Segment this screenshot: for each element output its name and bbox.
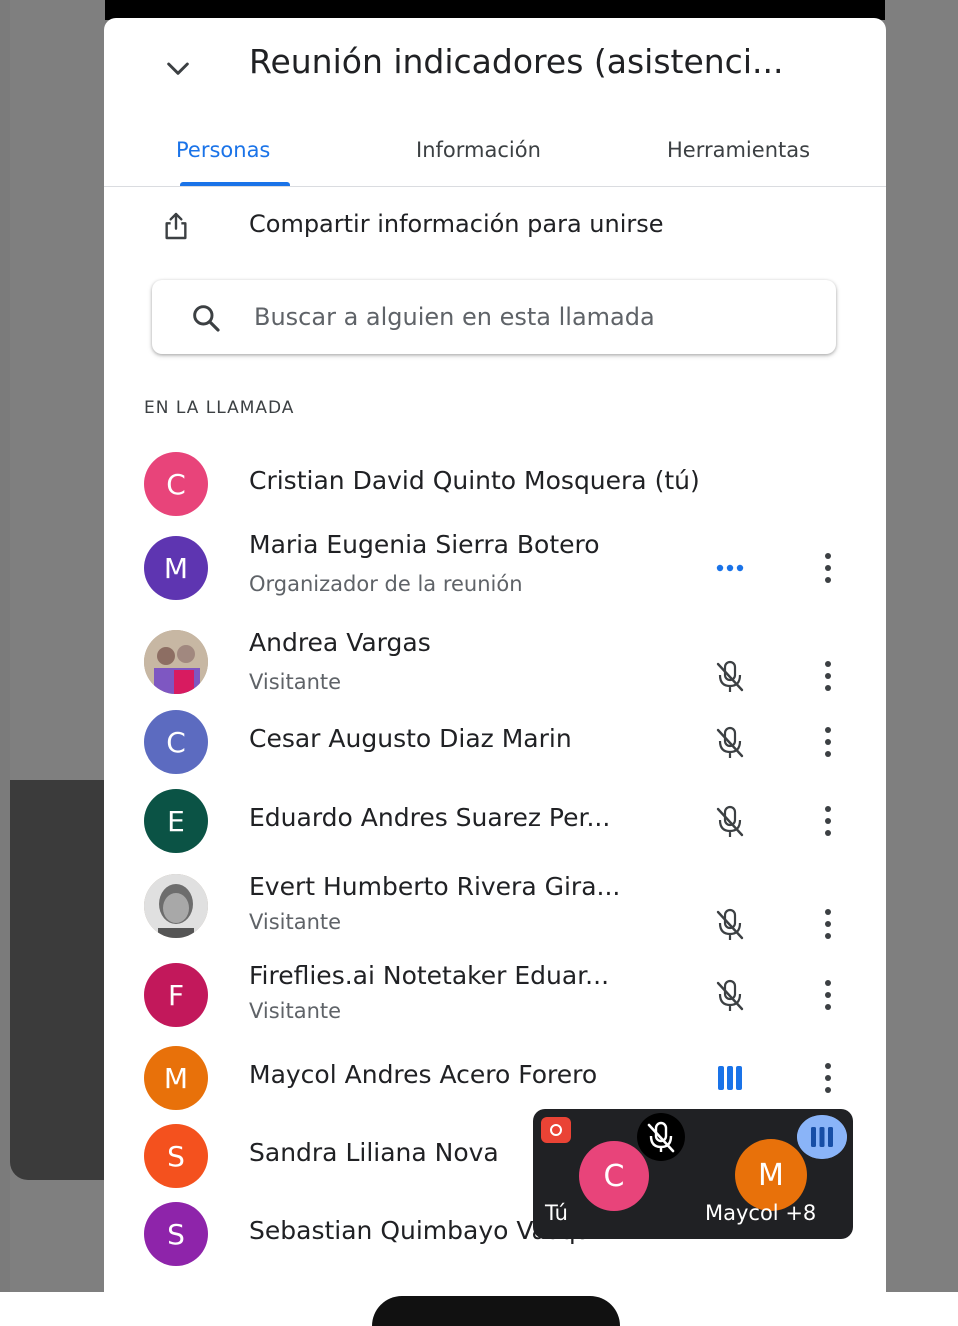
photo-icon — [144, 630, 208, 694]
participant-row[interactable]: Evert Humberto Rivera Gira... Visitante — [104, 872, 886, 954]
avatar: C — [144, 452, 208, 516]
search-box — [152, 280, 836, 354]
participant-role: Visitante — [249, 670, 342, 694]
search-icon — [193, 305, 220, 332]
share-join-info-button[interactable]: Compartir información para unirse — [104, 198, 886, 254]
background-right-area — [883, 0, 958, 1300]
more-dots-icon — [716, 564, 744, 572]
search-input[interactable] — [252, 294, 816, 340]
participant-role: Visitante — [249, 910, 342, 934]
meeting-title: Reunión indicadores (asistenci... — [249, 42, 784, 81]
avatar-photo — [144, 874, 208, 938]
participants-panel: Reunión indicadores (asistenci... Person… — [104, 18, 886, 1294]
avatar: S — [144, 1124, 208, 1188]
more-options-icon[interactable] — [816, 656, 840, 696]
participant-name: Cesar Augusto Diaz Marin — [249, 724, 572, 753]
record-indicator-icon — [541, 1117, 571, 1143]
chevron-down-icon[interactable] — [162, 52, 194, 84]
speaking-icon — [718, 1066, 742, 1090]
avatar: S — [144, 1202, 208, 1266]
participant-row[interactable]: C Cristian David Quinto Mosquera (tú) — [104, 452, 886, 532]
more-options-icon[interactable] — [816, 548, 840, 588]
photo-icon — [144, 874, 208, 938]
more-options-icon[interactable] — [816, 722, 840, 762]
participant-row[interactable]: M Maria Eugenia Sierra Botero Organizado… — [104, 530, 886, 616]
mic-off-icon — [716, 660, 744, 692]
avatar: M — [144, 1046, 208, 1110]
participant-name: Evert Humberto Rivera Gira... — [249, 872, 621, 901]
home-pill[interactable] — [372, 1296, 620, 1326]
more-options-icon[interactable] — [816, 975, 840, 1015]
participant-name: Cristian David Quinto Mosquera (tú) — [249, 466, 700, 495]
top-bar — [105, 0, 885, 20]
participant-row[interactable]: C Cesar Augusto Diaz Marin — [104, 710, 886, 790]
mic-off-icon — [637, 1113, 685, 1161]
avatar: M — [144, 536, 208, 600]
avatar: C — [144, 710, 208, 774]
more-options-icon[interactable] — [816, 904, 840, 944]
tab-bar: Personas Información Herramientas — [104, 118, 886, 187]
more-options-icon[interactable] — [816, 801, 840, 841]
panel-header: Reunión indicadores (asistenci... — [104, 18, 886, 113]
more-options-icon[interactable] — [816, 1058, 840, 1098]
participant-name: Andrea Vargas — [249, 628, 431, 657]
participant-name: Sandra Liliana Nova — [249, 1138, 499, 1167]
avatar: F — [144, 963, 208, 1027]
mic-off-icon — [716, 805, 744, 837]
mic-off-icon — [716, 908, 744, 940]
mic-off-icon — [716, 726, 744, 758]
tab-informacion[interactable]: Información — [416, 138, 541, 162]
other-label: Maycol +8 — [705, 1201, 817, 1225]
self-label: Tú — [545, 1201, 568, 1225]
participant-row[interactable]: Andrea Vargas Visitante — [104, 628, 886, 710]
background-card — [10, 780, 105, 1180]
tab-personas[interactable]: Personas — [176, 138, 270, 162]
participant-name: Eduardo Andres Suarez Per... — [249, 803, 611, 832]
avatar: E — [144, 789, 208, 853]
participant-name: Maycol Andres Acero Forero — [249, 1060, 598, 1089]
participant-role: Visitante — [249, 999, 342, 1023]
participant-row[interactable]: F Fireflies.ai Notetaker Eduar... Visita… — [104, 961, 886, 1043]
speaking-icon — [797, 1115, 847, 1159]
active-tab-indicator — [180, 182, 290, 186]
self-avatar: C — [579, 1141, 649, 1211]
participant-role: Organizador de la reunión — [249, 572, 523, 596]
avatar-photo — [144, 630, 208, 694]
mic-off-icon — [716, 979, 744, 1011]
tab-herramientas[interactable]: Herramientas — [667, 138, 810, 162]
pip-overlay[interactable]: C Tú M Maycol +8 — [533, 1109, 853, 1239]
share-label: Compartir información para unirse — [249, 210, 664, 238]
share-icon — [165, 212, 187, 240]
in-call-section-label: EN LA LLAMADA — [144, 398, 295, 418]
participant-name: Fireflies.ai Notetaker Eduar... — [249, 961, 610, 990]
participant-row[interactable]: E Eduardo Andres Suarez Per... — [104, 789, 886, 869]
participant-name: Maria Eugenia Sierra Botero — [249, 530, 600, 559]
